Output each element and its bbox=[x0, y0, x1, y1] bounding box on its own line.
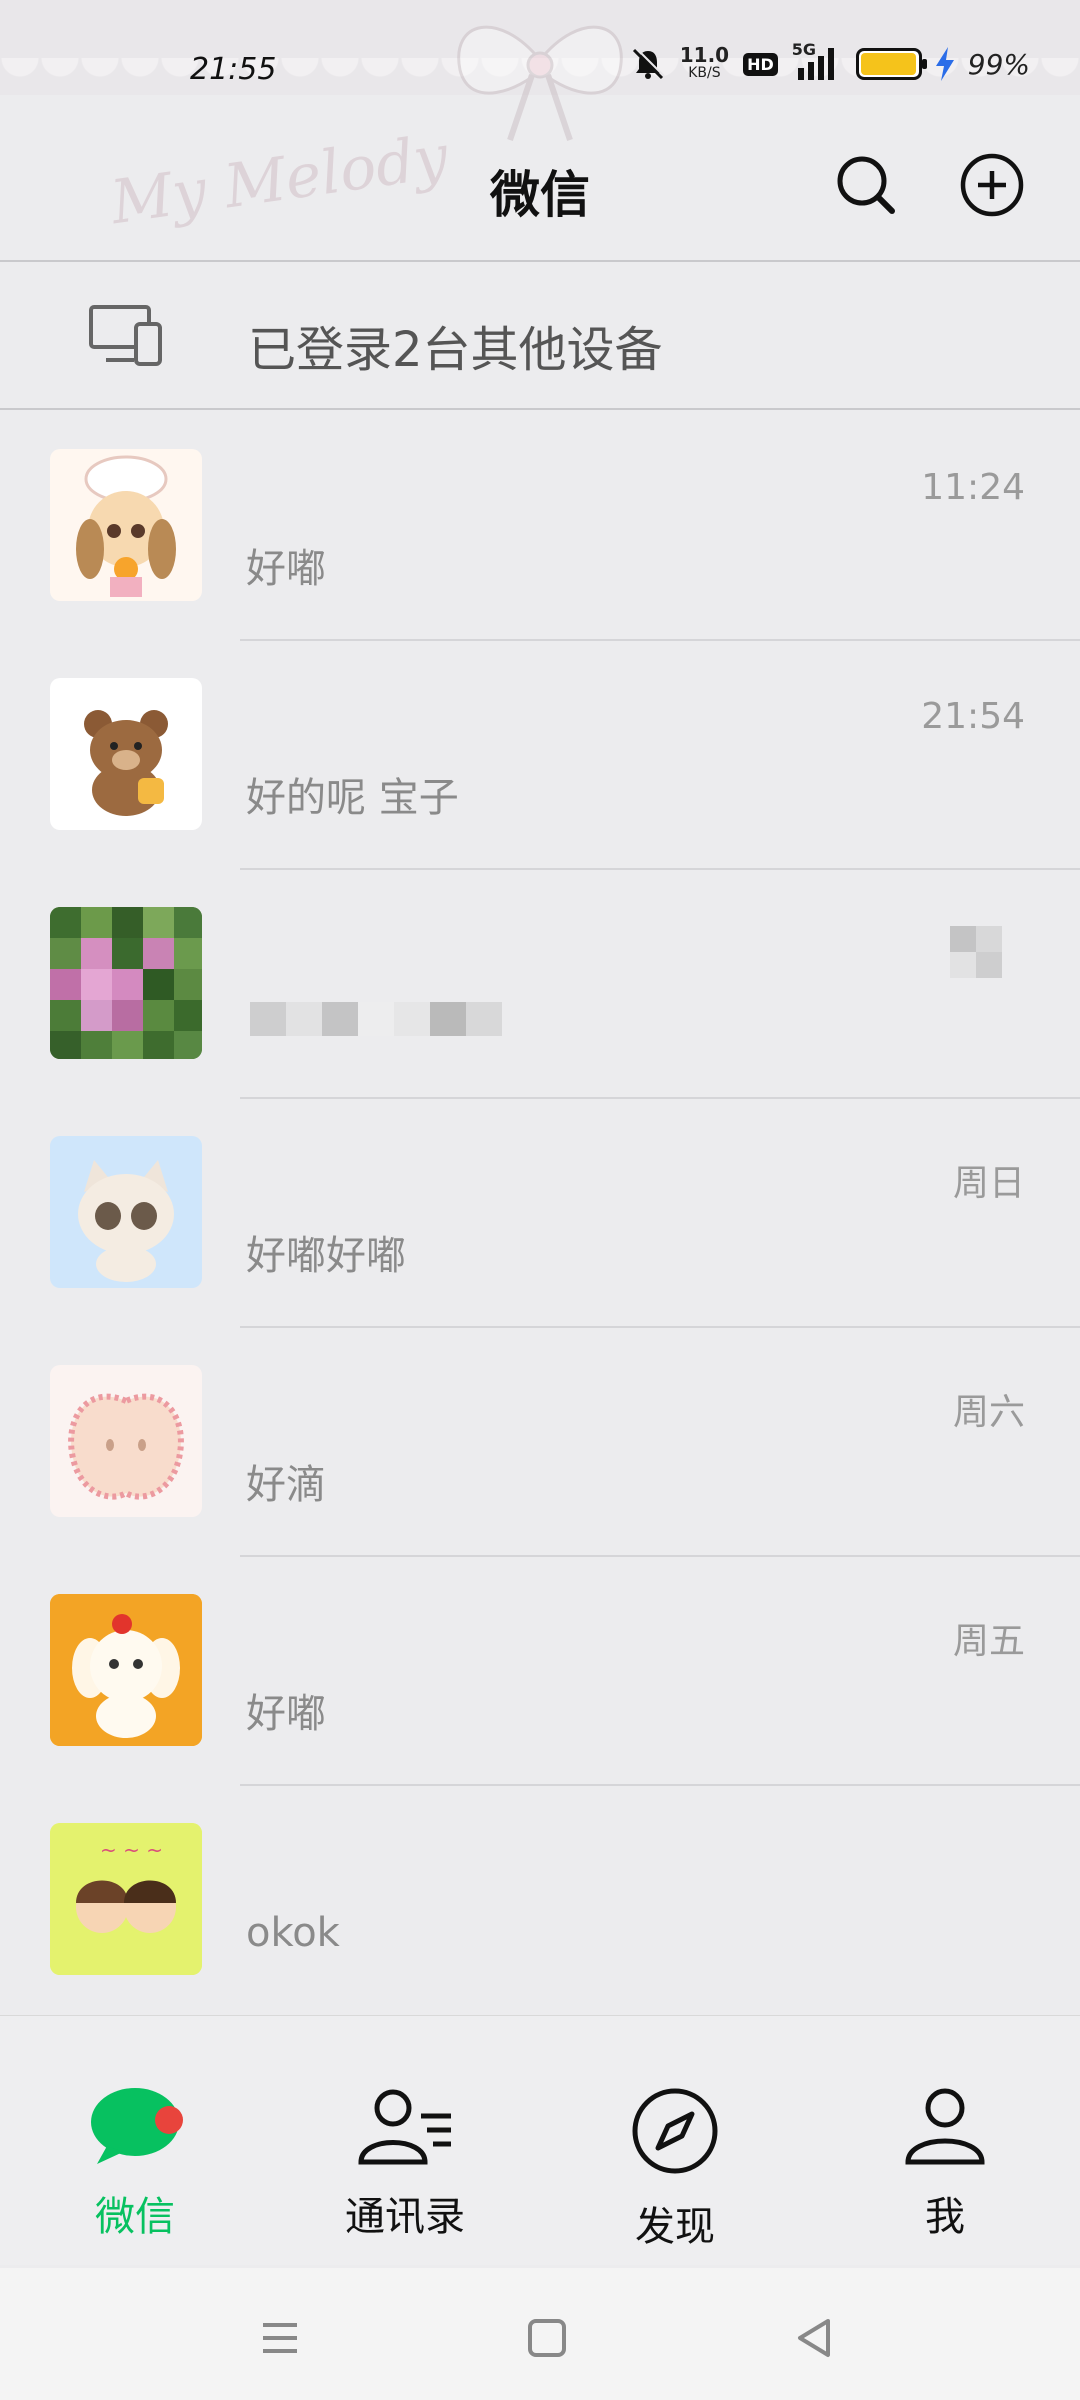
status-time: 21:55 bbox=[190, 52, 277, 87]
redacted-time-mosaic bbox=[950, 926, 1002, 978]
couple-avatar-icon: ~ ~ ~ bbox=[50, 1823, 202, 1975]
pixelated-flower-image bbox=[50, 907, 202, 1059]
tab-label: 微信 bbox=[95, 2194, 175, 2240]
system-navigation-bar bbox=[0, 2268, 1080, 2400]
tab-label: 发现 bbox=[635, 2204, 715, 2250]
chat-row[interactable]: ~ ~ ~ okok bbox=[0, 1786, 1080, 2015]
contacts-icon bbox=[358, 2089, 451, 2165]
search-button[interactable] bbox=[826, 145, 906, 225]
chat-time: 周五 bbox=[952, 1621, 1025, 1662]
tab-me[interactable]: 我 bbox=[845, 2086, 1045, 2256]
add-button[interactable] bbox=[952, 145, 1032, 225]
charging-bolt-icon bbox=[935, 47, 954, 81]
redacted-preview-mosaic bbox=[250, 1002, 502, 1036]
chat-avatar bbox=[50, 1594, 202, 1746]
chat-preview: 好的呢 宝子 bbox=[246, 775, 459, 821]
devices-icon bbox=[89, 305, 162, 366]
chat-preview: 好嘟 bbox=[246, 1691, 326, 1737]
bell-muted-icon bbox=[632, 47, 665, 80]
apple-avatar-icon bbox=[68, 1393, 184, 1500]
chat-time: 21:54 bbox=[921, 696, 1025, 737]
tab-label: 通讯录 bbox=[345, 2194, 465, 2240]
chat-avatar bbox=[50, 907, 202, 1059]
tab-contacts[interactable]: 通讯录 bbox=[305, 2086, 505, 2256]
chat-row[interactable]: 好滴 周六 bbox=[0, 1328, 1080, 1557]
chat-avatar bbox=[50, 449, 202, 601]
chat-preview: 好嘟好嘟 bbox=[246, 1233, 406, 1279]
signal-strength: 5G bbox=[792, 40, 842, 82]
person-icon bbox=[905, 2088, 985, 2165]
compass-icon bbox=[632, 2088, 718, 2174]
chat-avatar bbox=[50, 1365, 202, 1517]
battery-icon bbox=[855, 48, 927, 80]
chat-row[interactable]: 好嘟 周五 bbox=[0, 1557, 1080, 1786]
battery-fill bbox=[860, 53, 916, 75]
chat-row[interactable]: … 好嘟 11:24 bbox=[0, 412, 1080, 641]
svg-text:~ ~ ~: ~ ~ ~ bbox=[100, 1838, 163, 1862]
chat-avatar: ~ ~ ~ bbox=[50, 1823, 202, 1975]
logged-in-devices-bar[interactable]: 已登录2台其他设备 bbox=[0, 260, 1080, 410]
plus-circle-icon bbox=[960, 153, 1024, 217]
app-header: My Melody 微信 bbox=[0, 122, 1080, 245]
cat-avatar-icon bbox=[78, 1160, 174, 1282]
anime-girl-avatar-icon bbox=[76, 455, 176, 597]
chat-list: … 好嘟 11:24 bbox=[0, 412, 1080, 2015]
devices-label: 已登录2台其他设备 bbox=[248, 322, 663, 378]
status-bar: 21:55 11.0 KB/S HD 5G 99% bbox=[0, 40, 1080, 102]
page-title: 微信 bbox=[490, 166, 590, 224]
unread-badge bbox=[155, 2106, 183, 2134]
tab-label: 我 bbox=[925, 2194, 965, 2240]
menu-icon[interactable] bbox=[255, 2313, 305, 2363]
status-icons: 11.0 KB/S HD 5G 99% bbox=[630, 40, 1030, 82]
chat-preview: 好滴 bbox=[246, 1462, 326, 1508]
search-icon bbox=[837, 156, 895, 214]
tab-chats[interactable]: 微信 bbox=[35, 2086, 235, 2256]
network-speed: 11.0 KB/S bbox=[680, 45, 729, 82]
chat-row[interactable]: 好的呢 宝子 21:54 bbox=[0, 641, 1080, 870]
chat-row[interactable]: 好嘟好嘟 周日 bbox=[0, 1099, 1080, 1328]
signal-type: 5G bbox=[791, 40, 817, 59]
chat-preview: okok bbox=[246, 1910, 340, 1956]
puppy-avatar-icon bbox=[50, 1594, 202, 1746]
chat-time: 11:24 bbox=[921, 467, 1025, 508]
chat-time: 周六 bbox=[952, 1392, 1025, 1433]
battery-percentage: 99% bbox=[967, 47, 1030, 81]
chat-time: 周日 bbox=[952, 1163, 1025, 1204]
home-icon[interactable] bbox=[522, 2313, 572, 2363]
back-icon[interactable] bbox=[790, 2313, 840, 2363]
bottom-tab-bar: 微信 通讯录 发现 我 bbox=[0, 2015, 1080, 2265]
chat-avatar bbox=[50, 1136, 202, 1288]
chat-row[interactable] bbox=[0, 870, 1080, 1099]
chat-avatar bbox=[50, 678, 202, 830]
hd-badge: HD bbox=[743, 52, 778, 76]
tab-discover[interactable]: 发现 bbox=[575, 2086, 775, 2256]
chat-preview: 好嘟 bbox=[246, 546, 326, 592]
bear-avatar-icon bbox=[84, 710, 168, 816]
